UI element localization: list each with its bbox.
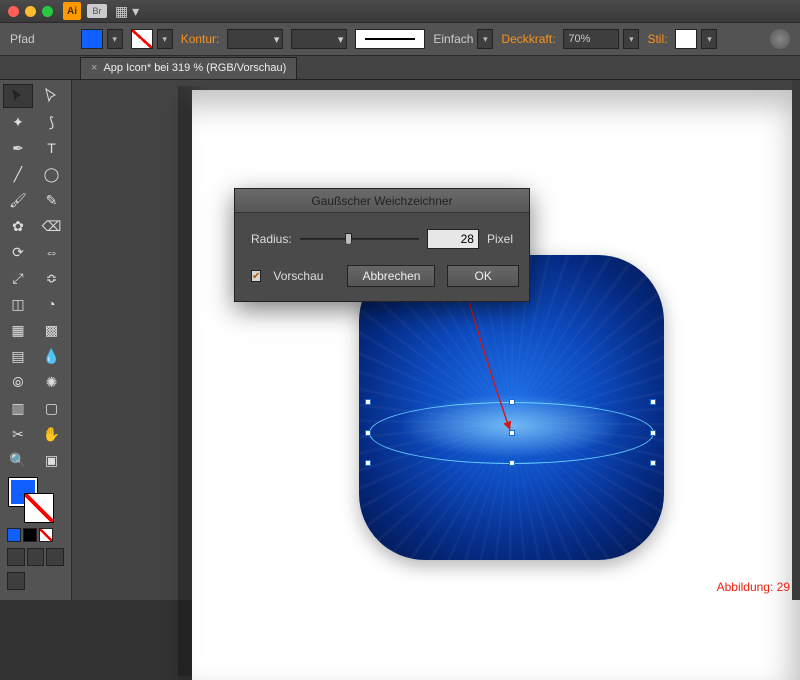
stroke-swatch[interactable] (131, 29, 153, 49)
magic-wand-tool-icon[interactable]: ✦ (3, 110, 33, 134)
perspective-grid-tool-icon[interactable]: ▦ (3, 318, 33, 342)
selection-handle[interactable] (365, 399, 371, 405)
blob-brush-tool-icon[interactable]: ✿ (3, 214, 33, 238)
gaussian-blur-dialog: Gaußscher Weichzeichner Radius: Pixel ✔ … (234, 188, 530, 302)
width-tool-icon[interactable]: ≎ (37, 266, 67, 290)
none-mode-icon[interactable] (39, 528, 53, 542)
selection-handle[interactable] (365, 460, 371, 466)
stroke-weight-input[interactable]: ▾ (227, 29, 283, 49)
opacity-label: Deckkraft: (501, 32, 555, 46)
selection-handle[interactable] (650, 430, 656, 436)
radius-slider[interactable] (300, 230, 419, 248)
bridge-badge-icon[interactable]: Br (87, 4, 107, 18)
pencil-tool-icon[interactable]: ✎ (37, 188, 67, 212)
selection-tool-icon[interactable] (3, 84, 33, 108)
style-label: Stil: (647, 32, 667, 46)
radius-input[interactable] (427, 229, 479, 249)
scale-tool-icon[interactable]: ⤢ (3, 266, 33, 290)
figure-caption: Abbildung: 29 (717, 580, 790, 594)
lasso-tool-icon[interactable]: ⟆ (37, 110, 67, 134)
selection-type-label: Pfad (10, 32, 35, 46)
gradient-mode-icon[interactable] (23, 528, 37, 542)
direct-selection-tool-icon[interactable] (37, 84, 67, 108)
style-dropdown-icon[interactable]: ▾ (701, 29, 717, 49)
brush-style-label: Einfach (433, 32, 473, 46)
selection-handle[interactable] (650, 399, 656, 405)
control-bar: Pfad ▾ ▾ Kontur: ▾ ▾ Einfach ▾ Deckkraft:… (0, 22, 800, 56)
fill-dropdown-icon[interactable]: ▾ (107, 29, 123, 49)
free-transform-tool-icon[interactable]: ◫ (3, 292, 33, 316)
slider-thumb-icon[interactable] (345, 233, 352, 245)
selection-handle[interactable] (365, 430, 371, 436)
eyedropper-tool-icon[interactable]: 💧 (37, 344, 67, 368)
shape-builder-tool-icon[interactable]: ◔ (37, 292, 67, 316)
arrange-documents-icon[interactable]: ▦ ▾ (115, 3, 139, 20)
paintbrush-tool-icon[interactable]: 🖌 (3, 188, 33, 212)
fill-swatch[interactable] (81, 29, 103, 49)
minimize-window-icon[interactable] (25, 6, 36, 17)
fill-stroke-control[interactable] (3, 478, 68, 524)
print-tiling-tool-icon[interactable]: ▣ (37, 448, 67, 472)
document-tab[interactable]: × App Icon* bei 319 % (RGB/Vorschau) (80, 57, 297, 79)
radius-unit-label: Pixel (487, 232, 513, 246)
reflect-tool-icon[interactable]: ⇔ (37, 240, 67, 264)
symbol-sprayer-tool-icon[interactable]: ✺ (37, 370, 67, 394)
close-tab-icon[interactable]: × (91, 62, 97, 74)
preview-checkbox[interactable]: ✔ (251, 270, 261, 282)
column-graph-tool-icon[interactable]: ▥ (3, 396, 33, 420)
var-width-profile[interactable]: ▾ (291, 29, 347, 49)
stroke-dropdown-icon[interactable]: ▾ (157, 29, 173, 49)
color-mode-icon[interactable] (7, 528, 21, 542)
hand-tool-icon[interactable]: ✋ (37, 422, 67, 446)
ellipse-tool-icon[interactable]: ◯ (37, 162, 67, 186)
draw-inside-icon[interactable] (46, 548, 64, 566)
mesh-tool-icon[interactable]: ▩ (37, 318, 67, 342)
document-tab-title: App Icon* bei 319 % (RGB/Vorschau) (103, 62, 286, 74)
eraser-tool-icon[interactable]: ⌫ (37, 214, 67, 238)
screen-mode-icon[interactable] (7, 572, 25, 590)
document-tabstrip: × App Icon* bei 319 % (RGB/Vorschau) (0, 56, 800, 80)
traffic-lights (8, 6, 53, 17)
preview-label: Vorschau (273, 269, 323, 283)
cancel-button[interactable]: Abbrechen (347, 265, 435, 287)
document-setup-icon[interactable] (770, 29, 790, 49)
artboard-tool-icon[interactable]: ▢ (37, 396, 67, 420)
line-tool-icon[interactable]: ╱ (3, 162, 33, 186)
dialog-title[interactable]: Gaußscher Weichzeichner (235, 189, 529, 213)
gradient-tool-icon[interactable]: ▤ (3, 344, 33, 368)
selection-handle[interactable] (509, 430, 515, 436)
zoom-tool-icon[interactable]: 🔍 (3, 448, 33, 472)
draw-behind-icon[interactable] (27, 548, 45, 566)
stroke-label: Kontur: (181, 32, 220, 46)
canvas-area[interactable]: Gaußscher Weichzeichner Radius: Pixel ✔ … (72, 80, 800, 600)
type-tool-icon[interactable]: T (37, 136, 67, 160)
app-badge-ai-icon: Ai (63, 2, 81, 20)
zoom-window-icon[interactable] (42, 6, 53, 17)
selection-handle[interactable] (509, 399, 515, 405)
opacity-input[interactable]: 70% (563, 29, 619, 49)
pen-tool-icon[interactable]: ✒ (3, 136, 33, 160)
graphic-style-swatch[interactable] (675, 29, 697, 49)
selection-handle[interactable] (650, 460, 656, 466)
selection-handle[interactable] (509, 460, 515, 466)
draw-normal-icon[interactable] (7, 548, 25, 566)
window-titlebar: Ai Br ▦ ▾ (0, 0, 800, 22)
brush-dropdown-icon[interactable]: ▾ (477, 29, 493, 49)
radius-label: Radius: (251, 232, 292, 246)
right-dock[interactable] (792, 80, 800, 600)
opacity-dropdown-icon[interactable]: ▾ (623, 29, 639, 49)
rotate-tool-icon[interactable]: ⟳ (3, 240, 33, 264)
close-window-icon[interactable] (8, 6, 19, 17)
slice-tool-icon[interactable]: ✂ (3, 422, 33, 446)
tools-panel: ✦ ⟆ ✒ T ╱ ◯ 🖌 ✎ ✿ ⌫ ⟳ ⇔ ⤢ ≎ ◫ ◔ ▦ ▩ ▤ 💧 … (0, 80, 72, 600)
brush-definition[interactable] (355, 29, 425, 49)
ok-button[interactable]: OK (447, 265, 518, 287)
blend-tool-icon[interactable]: ⦾ (3, 370, 33, 394)
stroke-color-icon[interactable] (25, 494, 53, 522)
